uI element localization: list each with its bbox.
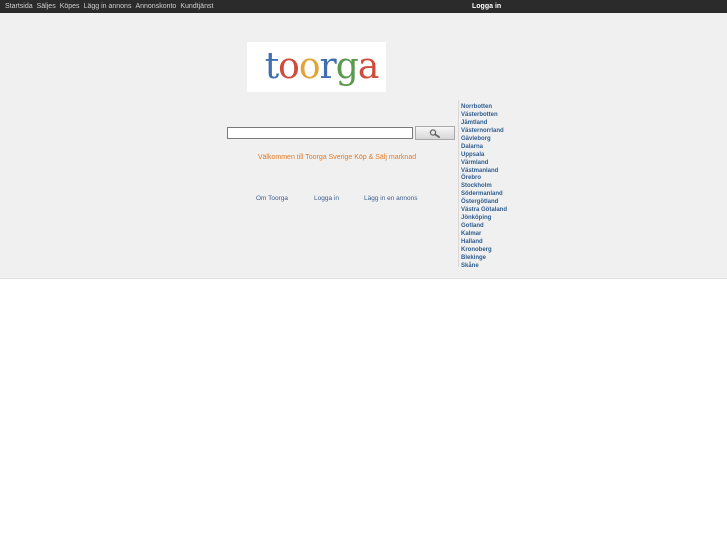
- region-item: Norrbotten: [461, 100, 531, 110]
- region-item: Södermanland: [461, 187, 531, 197]
- about-link[interactable]: Om Toorga: [256, 195, 288, 202]
- logo-letter: a: [357, 46, 379, 87]
- logo-letter: g: [335, 46, 359, 87]
- post-ad-link[interactable]: Lägg in en annons: [364, 195, 418, 202]
- logo-letter: o: [298, 46, 321, 87]
- region-link[interactable]: Skåne: [461, 263, 479, 269]
- region-item: Västerbotten: [461, 108, 531, 118]
- region-item: Skåne: [461, 259, 531, 269]
- region-item: Västmanland: [461, 164, 531, 174]
- region-item: Blekinge: [461, 251, 531, 261]
- region-item: Dalarna: [461, 140, 531, 150]
- magnifier-icon: [429, 129, 440, 138]
- nav-annonskonto[interactable]: Annonskonto: [135, 0, 176, 13]
- logo-wordmark: toorga: [247, 42, 386, 92]
- search-button[interactable]: [415, 126, 455, 140]
- welcome-message: Välkommen till Toorga Sverige Köp & Sälj…: [257, 154, 417, 161]
- site-logo[interactable]: toorga: [247, 42, 386, 92]
- login-link-top[interactable]: Logga in: [472, 0, 501, 13]
- region-item: Västernorrland: [461, 124, 531, 134]
- logo-letter: t: [264, 46, 280, 87]
- region-item: Stockholm: [461, 179, 531, 189]
- region-item: Kronoberg: [461, 243, 531, 253]
- nav-saljes[interactable]: Säljes: [37, 0, 56, 13]
- logo-letter: r: [319, 46, 337, 87]
- main-content: toorga Välkommen till Toorga Sverige Köp…: [0, 13, 727, 279]
- region-item: Östergötland: [461, 195, 531, 205]
- region-item: Kalmar: [461, 227, 531, 237]
- nav-kundtjanst[interactable]: Kundtjänst: [180, 0, 213, 13]
- top-bar: Startsida Säljes Köpes Lägg in annons An…: [0, 0, 727, 13]
- region-list: Norrbotten Västerbotten Jämtland Västernorr…: [458, 100, 531, 269]
- region-item: Uppsala: [461, 148, 531, 158]
- region-item: Värmland: [461, 156, 531, 166]
- nav-startsida[interactable]: Startsida: [5, 0, 33, 13]
- region-item: Västra Götaland: [461, 203, 531, 213]
- login-link[interactable]: Logga in: [314, 195, 339, 202]
- top-nav: Startsida Säljes Köpes Lägg in annons An…: [5, 0, 213, 13]
- region-item: Gotland: [461, 219, 531, 229]
- nav-kopes[interactable]: Köpes: [60, 0, 80, 13]
- search-input[interactable]: [227, 127, 413, 139]
- logo-letter: o: [278, 46, 300, 87]
- region-item: Halland: [461, 235, 531, 245]
- nav-lagg-in-annons[interactable]: Lägg in annons: [84, 0, 132, 13]
